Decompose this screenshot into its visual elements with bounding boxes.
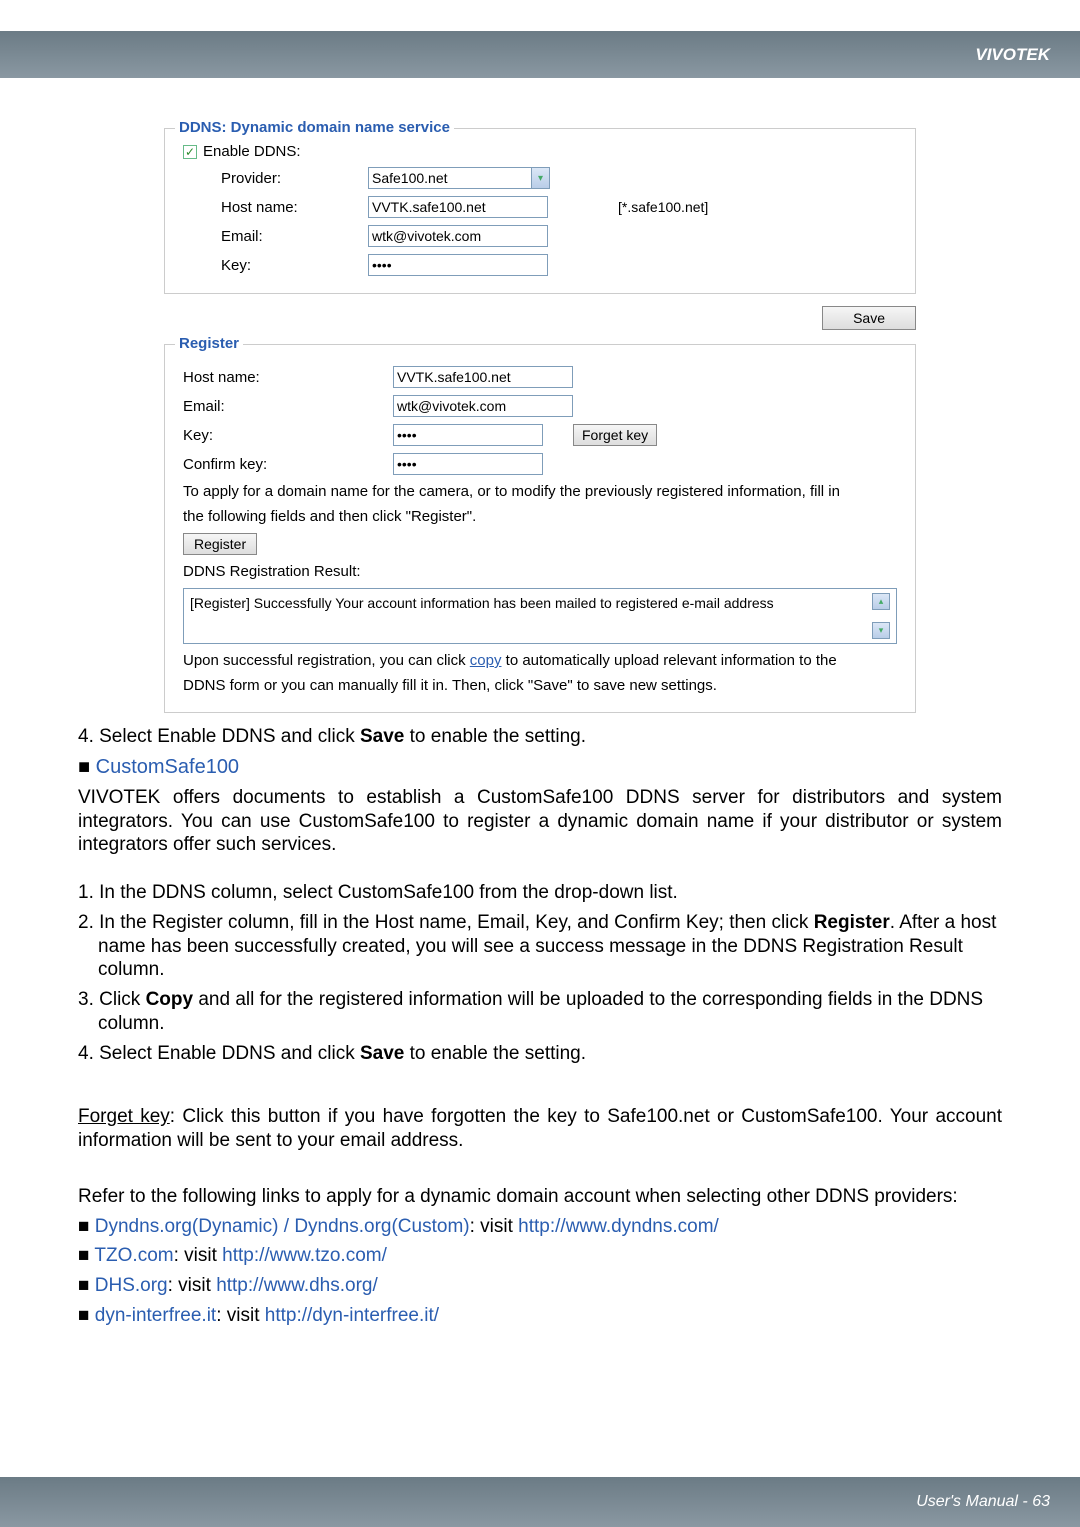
register-title: Register [175, 335, 243, 352]
enable-ddns-label: Enable DDNS: [203, 143, 301, 160]
reg-confirm-input[interactable] [393, 453, 543, 475]
forget-key-para: Forget key: Click this button if you hav… [78, 1105, 1002, 1153]
host-hint: [*.safe100.net] [618, 199, 708, 215]
links-intro: Refer to the following links to apply fo… [78, 1185, 1002, 1209]
cs-step3: 3. Click Copy and all for the registered… [78, 988, 1002, 1036]
scroll-down-icon[interactable]: ▾ [872, 622, 890, 639]
copy-link[interactable]: copy [470, 652, 502, 669]
dhs-url[interactable]: http://www.dhs.org/ [216, 1275, 378, 1296]
page-header: VIVOTEK [0, 31, 1080, 78]
register-help1: To apply for a domain name for the camer… [183, 483, 897, 500]
register-fieldset: Register Host name: Email: Key: Forget k… [164, 344, 916, 713]
key-input[interactable] [368, 254, 548, 276]
host-input[interactable] [368, 196, 548, 218]
result-text: [Register] Successfully Your account inf… [190, 593, 872, 639]
link-dhs: DHS.org: visit http://www.dhs.org/ [78, 1274, 1002, 1298]
register-help2: the following fields and then click "Reg… [183, 508, 897, 525]
customsafe-para: VIVOTEK offers documents to establish a … [78, 786, 1002, 857]
result-label: DDNS Registration Result: [183, 563, 897, 580]
provider-select[interactable]: Safe100.net ▾ [368, 167, 550, 189]
email-label: Email: [183, 228, 368, 245]
page-footer: User's Manual - 63 [0, 1477, 1080, 1527]
scrollbar[interactable]: ▴ ▾ [872, 593, 890, 639]
reg-key-input[interactable] [393, 424, 543, 446]
cs-step2: 2. In the Register column, fill in the H… [78, 911, 1002, 982]
registration-result: [Register] Successfully Your account inf… [183, 588, 897, 644]
chevron-down-icon[interactable]: ▾ [531, 168, 549, 188]
link-tzo: TZO.com: visit http://www.tzo.com/ [78, 1244, 1002, 1268]
interfree-url[interactable]: http://dyn-interfree.it/ [265, 1305, 439, 1326]
ddns-title: DDNS: Dynamic domain name service [175, 119, 454, 136]
link-dyndns: Dyndns.org(Dynamic) / Dyndns.org(Custom)… [78, 1215, 1002, 1239]
forget-key-button[interactable]: Forget key [573, 424, 657, 446]
host-label: Host name: [183, 199, 368, 216]
provider-value: Safe100.net [369, 170, 531, 186]
enable-ddns-checkbox[interactable]: ✓ [183, 145, 197, 159]
register-button[interactable]: Register [183, 533, 257, 555]
tzo-url[interactable]: http://www.tzo.com/ [222, 1245, 387, 1266]
brand: VIVOTEK [975, 45, 1050, 65]
step4-text: 4. Select Enable DDNS and click Save to … [78, 725, 1002, 749]
reg-host-input[interactable] [393, 366, 573, 388]
reg-confirm-label: Confirm key: [183, 456, 393, 473]
customsafe-title: CustomSafe100 [78, 755, 1002, 780]
email-input[interactable] [368, 225, 548, 247]
ddns-fieldset: DDNS: Dynamic domain name service ✓ Enab… [164, 128, 916, 294]
post-text1: Upon successful registration, you can cl… [183, 652, 897, 669]
reg-host-label: Host name: [183, 369, 393, 386]
post-text2: DDNS form or you can manually fill it in… [183, 677, 897, 694]
reg-email-label: Email: [183, 398, 393, 415]
reg-email-input[interactable] [393, 395, 573, 417]
cs-step1: 1. In the DDNS column, select CustomSafe… [78, 881, 1002, 905]
key-label: Key: [183, 257, 368, 274]
link-interfree: dyn-interfree.it: visit http://dyn-inter… [78, 1304, 1002, 1328]
footer-text: User's Manual - 63 [916, 1493, 1050, 1511]
cs-step4: 4. Select Enable DDNS and click Save to … [78, 1042, 1002, 1066]
provider-label: Provider: [183, 170, 368, 187]
reg-key-label: Key: [183, 427, 393, 444]
save-button[interactable]: Save [822, 306, 916, 330]
scroll-up-icon[interactable]: ▴ [872, 593, 890, 610]
dyndns-url[interactable]: http://www.dyndns.com/ [518, 1216, 719, 1237]
